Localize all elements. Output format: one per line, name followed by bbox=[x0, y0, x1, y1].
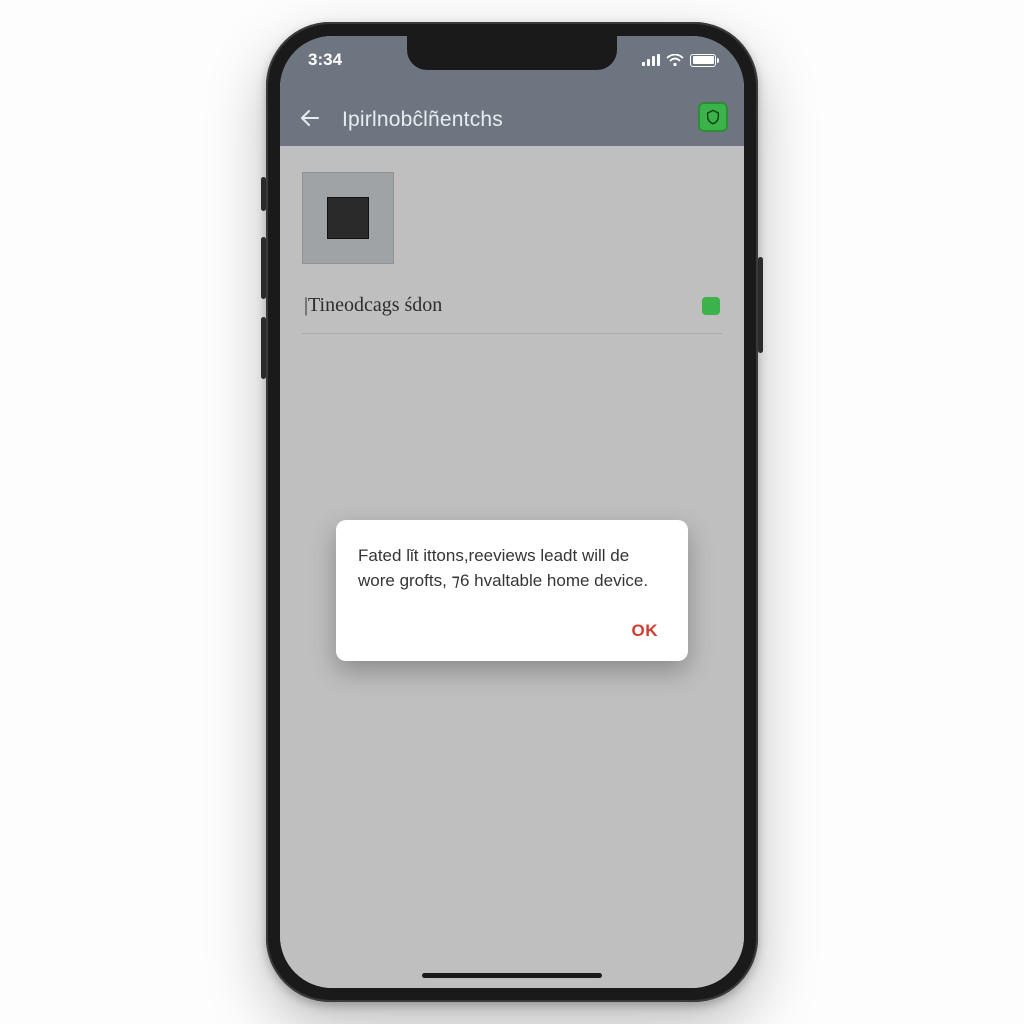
volume-up-button[interactable] bbox=[261, 237, 266, 299]
power-button[interactable] bbox=[758, 257, 763, 353]
thumbnail[interactable] bbox=[302, 172, 394, 264]
dialog-actions: OK bbox=[358, 615, 666, 647]
home-indicator[interactable] bbox=[422, 973, 602, 978]
screen: 3:34 Ipirlnobĉlñentchs bbox=[280, 36, 744, 988]
volume-down-button[interactable] bbox=[261, 317, 266, 379]
cellular-signal-icon bbox=[642, 54, 660, 66]
arrow-left-icon bbox=[298, 106, 322, 130]
list-row-label: |Tineodcags śdon bbox=[304, 294, 442, 317]
shield-icon bbox=[705, 109, 721, 125]
back-button[interactable] bbox=[296, 104, 324, 132]
status-badge bbox=[702, 297, 720, 315]
battery-icon bbox=[690, 54, 716, 67]
header-action-button[interactable] bbox=[698, 102, 728, 132]
page-title: Ipirlnobĉlñentchs bbox=[342, 108, 680, 132]
ok-button[interactable]: OK bbox=[624, 615, 667, 647]
mute-switch[interactable] bbox=[261, 177, 266, 211]
dialog-message: Fated lǐt ittons,reeviews leadt will de … bbox=[358, 544, 666, 593]
clock: 3:34 bbox=[308, 50, 342, 70]
notch bbox=[407, 36, 617, 70]
list-row[interactable]: |Tineodcags śdon bbox=[302, 264, 722, 334]
alert-dialog: Fated lǐt ittons,reeviews leadt will de … bbox=[336, 520, 688, 661]
thumbnail-image bbox=[327, 197, 369, 239]
phone-chassis: 3:34 Ipirlnobĉlñentchs bbox=[266, 22, 758, 1002]
status-icons bbox=[642, 54, 716, 67]
wifi-icon bbox=[666, 54, 684, 67]
